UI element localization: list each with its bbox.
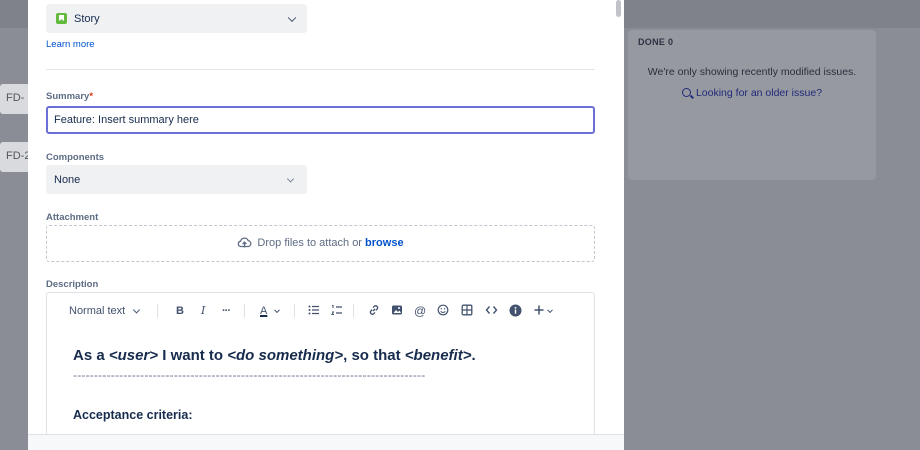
emoji-icon[interactable] (437, 304, 449, 318)
attachment-drop-zone[interactable]: Drop files to attach or browse (46, 225, 595, 262)
chevron-down-icon (274, 307, 280, 314)
cloud-upload-icon (237, 237, 252, 248)
summary-input[interactable] (46, 106, 595, 134)
toolbar-divider (244, 304, 245, 318)
description-label: Description (46, 279, 99, 290)
components-label: Components (46, 152, 105, 163)
editor-content[interactable]: As a <user> I want to <do something>, so… (73, 347, 573, 422)
story-text: . (471, 347, 476, 364)
chevron-down-icon (286, 174, 295, 183)
components-value: None (54, 173, 81, 186)
chevron-down-icon (287, 13, 297, 22)
modal-scrollbar-thumb[interactable] (616, 0, 621, 17)
done-column-title: DONE 0 (638, 37, 674, 47)
italic-button[interactable]: I (201, 304, 205, 318)
story-text: I want to (158, 347, 228, 364)
issue-type-value: Story (74, 12, 100, 25)
issue-type-select[interactable]: Story (46, 4, 307, 33)
chevron-down-icon (133, 306, 141, 314)
summary-label: Summary* (46, 91, 93, 102)
text-color-button[interactable]: A (260, 304, 267, 318)
text-style-label: Normal text (69, 305, 126, 317)
numbered-list-icon[interactable] (331, 304, 343, 318)
toolbar-divider (157, 304, 158, 318)
link-icon[interactable] (368, 304, 380, 318)
card-key: FD-2 (6, 150, 31, 162)
toolbar-divider (353, 304, 354, 318)
table-icon[interactable] (461, 304, 473, 318)
description-editor[interactable]: Normal text B I ··· A @ As a <user> I wa… (46, 292, 595, 442)
chevron-down-icon (547, 307, 553, 314)
acceptance-criteria-heading: Acceptance criteria: (73, 408, 193, 422)
drop-zone-text: Drop files to attach or (257, 237, 362, 249)
search-icon (681, 88, 691, 97)
learn-more-link[interactable]: Learn more (46, 39, 95, 50)
code-icon[interactable] (485, 304, 498, 318)
more-formatting-button[interactable]: ··· (222, 304, 231, 318)
story-text: As a (73, 347, 109, 364)
divider (46, 69, 595, 70)
story-placeholder: <user> (108, 347, 159, 364)
bold-button[interactable]: B (176, 304, 184, 318)
image-icon[interactable] (391, 304, 403, 318)
card-key: FD- (6, 92, 25, 104)
user-story-line: As a <user> I want to <do something>, so… (73, 347, 573, 364)
browse-link[interactable]: browse (365, 237, 404, 249)
mention-icon[interactable]: @ (414, 304, 426, 318)
text-style-dropdown[interactable]: Normal text (69, 304, 141, 318)
bullet-list-icon[interactable] (308, 304, 320, 318)
done-column: DONE 0 We're only showing recently modif… (628, 30, 876, 180)
separator-line: ----------------------------------------… (73, 368, 426, 382)
insert-more-icon[interactable] (533, 304, 545, 318)
story-placeholder: <benefit> (404, 347, 472, 364)
info-panel-icon[interactable] (509, 304, 522, 318)
story-text: , so that (343, 347, 405, 364)
older-issue-link[interactable]: Looking for an older issue? (628, 87, 876, 99)
modal-footer (28, 435, 624, 450)
attachment-label: Attachment (46, 212, 99, 223)
summary-label-text: Summary (46, 91, 90, 102)
required-marker: * (89, 91, 94, 102)
editor-toolbar: Normal text B I ··· A @ (47, 293, 594, 329)
done-column-message: We're only showing recently modified iss… (647, 66, 857, 78)
story-placeholder: <do something> (227, 347, 344, 364)
components-select[interactable]: None (46, 165, 307, 194)
story-icon (56, 13, 67, 24)
modal-scrollbar-track[interactable] (612, 0, 624, 450)
older-issue-link-label: Looking for an older issue? (695, 87, 823, 99)
toolbar-divider (294, 304, 295, 318)
